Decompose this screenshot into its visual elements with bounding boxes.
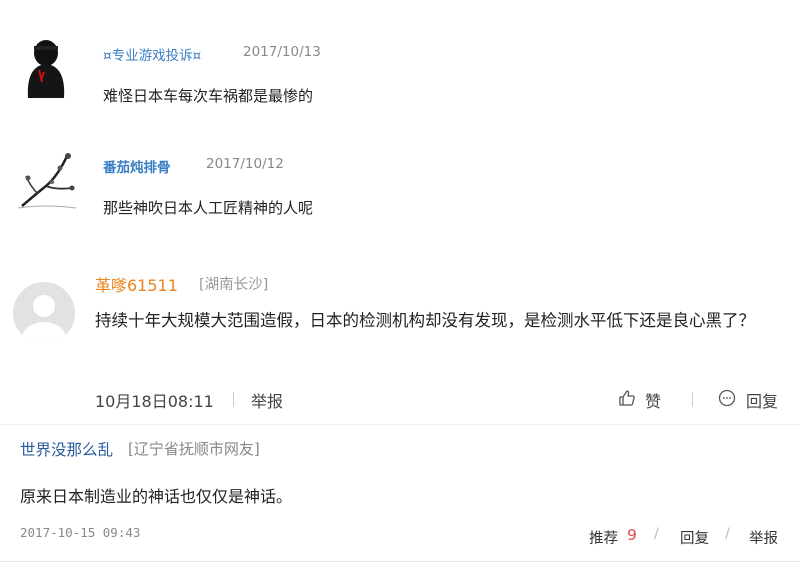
recommend-button[interactable]: 推荐: [589, 527, 618, 548]
like-button[interactable]: 赞: [645, 388, 661, 412]
divider: [692, 392, 693, 407]
reply-button[interactable]: 回复: [680, 527, 709, 548]
comment-date: 2017/10/13: [243, 44, 321, 60]
comment-location: [辽宁省抚顺市网友]: [128, 440, 260, 458]
chat-bubble-icon[interactable]: [718, 389, 736, 407]
comment-location: [湖南长沙]: [199, 277, 269, 293]
comment-text: 那些神吹日本人工匠精神的人呢: [103, 199, 314, 217]
comment-username[interactable]: 番茄炖排骨: [103, 156, 171, 176]
comment-username[interactable]: 革嗲61511: [95, 272, 178, 296]
thumbs-up-icon[interactable]: [618, 389, 636, 407]
plum-blossom-avatar-icon[interactable]: [16, 146, 78, 212]
separator: /: [654, 526, 659, 542]
comment-username[interactable]: 世界没那么乱: [20, 438, 113, 460]
ninja-avatar-icon[interactable]: [22, 36, 70, 98]
separator: /: [725, 526, 730, 542]
default-user-avatar-icon[interactable]: [13, 282, 75, 344]
divider: [233, 392, 234, 407]
comment-username[interactable]: ¤专业游戏投诉¤: [103, 44, 201, 64]
reply-button[interactable]: 回复: [746, 388, 778, 412]
comment-text: 原来日本制造业的神话也仅仅是神话。: [20, 487, 293, 506]
report-button[interactable]: 举报: [749, 527, 778, 548]
comment-time: 10月18日08:11: [95, 392, 214, 411]
comment-text: 难怪日本车每次车祸都是最惨的: [103, 87, 314, 105]
recommend-count: 9: [627, 526, 637, 544]
report-button[interactable]: 举报: [251, 388, 283, 412]
bottom-divider: [0, 561, 800, 562]
section-divider: [0, 424, 800, 425]
comment-time: 2017-10-15 09:43: [20, 525, 141, 540]
comment-text: 持续十年大规模大范围造假，日本的检测机构却没有发现，是检测水平低下还是良心黑了？: [95, 311, 755, 330]
comment-date: 2017/10/12: [206, 156, 284, 172]
